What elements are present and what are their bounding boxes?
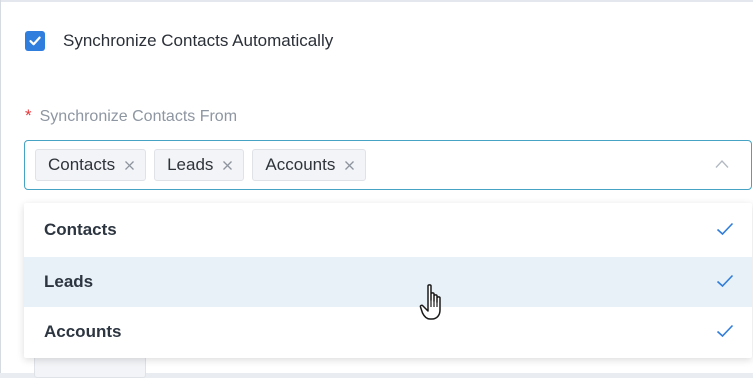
tag-label: Contacts [48,155,116,174]
sync-from-label-text: Synchronize Contacts From [39,108,238,125]
required-mark: * [25,106,32,125]
option-accounts[interactable]: Accounts [24,307,752,357]
tag-accounts: Accounts [252,149,367,181]
check-icon [29,36,41,46]
tag-leads: Leads [154,149,245,181]
option-contacts[interactable]: Contacts [24,205,752,255]
sync-automatically-row[interactable]: Synchronize Contacts Automatically [25,31,333,51]
option-label: Accounts [44,322,122,341]
check-icon [716,324,734,338]
close-icon[interactable] [344,160,355,171]
sync-from-field-label: * Synchronize Contacts From [25,106,237,126]
sync-from-dropdown: Contacts Leads Accounts [24,203,752,358]
tag-contacts: Contacts [35,149,147,181]
sync-from-multiselect[interactable]: Contacts Leads Accounts [24,140,752,190]
close-icon[interactable] [124,160,135,171]
panel-top-edge [1,0,753,2]
sync-automatically-checkbox[interactable] [25,31,45,51]
close-icon[interactable] [222,160,233,171]
check-icon [716,222,734,236]
tag-label: Leads [167,155,214,174]
obscured-tag [34,356,146,378]
option-label: Leads [44,272,94,291]
hand-cursor-icon [419,284,441,320]
option-leads[interactable]: Leads [24,257,752,307]
option-label: Contacts [44,220,117,239]
settings-panel: Synchronize Contacts Automatically * Syn… [0,0,753,378]
check-icon [716,274,734,288]
tag-label: Accounts [265,155,336,174]
chevron-up-icon[interactable] [715,159,729,169]
selected-tags: Contacts Leads Accounts [35,149,367,181]
sync-automatically-label: Synchronize Contacts Automatically [63,31,334,50]
